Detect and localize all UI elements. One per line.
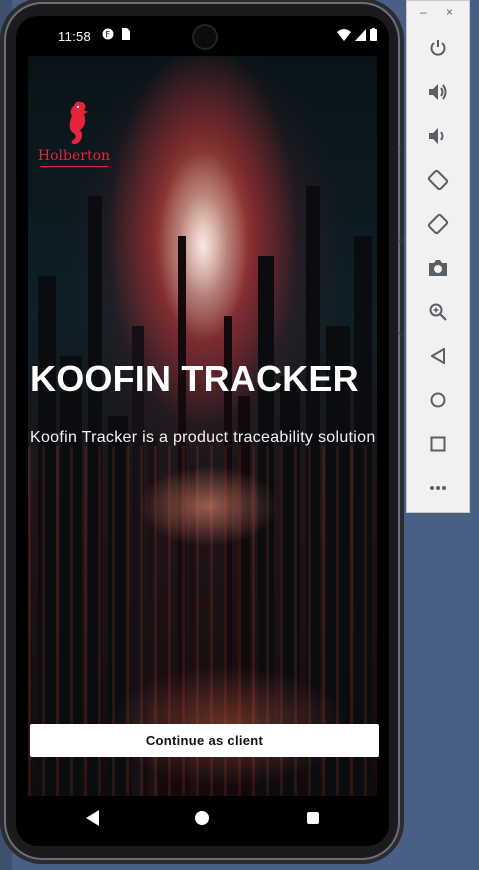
volume-down-icon — [429, 128, 444, 144]
holberton-logo: Holberton — [36, 98, 112, 176]
background-text-fragment: o — [399, 328, 405, 339]
status-bar: 11:58 F — [16, 16, 389, 56]
recents-icon[interactable] — [307, 812, 319, 824]
seahorse-icon — [69, 101, 88, 145]
camera-icon — [429, 260, 447, 276]
logo-text: Holberton — [37, 148, 111, 164]
sim-card-icon — [122, 28, 130, 40]
front-camera — [194, 26, 216, 48]
rotate-left-icon — [427, 169, 449, 191]
rotate-left-button[interactable] — [425, 167, 451, 193]
home-icon — [430, 392, 446, 408]
power-icon — [430, 40, 446, 56]
volume-down-button[interactable] — [425, 123, 451, 149]
volume-up-button[interactable] — [425, 79, 451, 105]
volume-up-icon — [429, 84, 447, 100]
status-time: 11:58 — [58, 29, 92, 44]
status-notification-icons: F — [102, 28, 130, 40]
app-subtitle: Koofin Tracker is a product traceability… — [30, 429, 376, 446]
back-icon[interactable] — [86, 810, 100, 826]
notification-app-icon: F — [102, 28, 114, 40]
overview-button[interactable] — [425, 431, 451, 457]
screenshot-button[interactable] — [425, 255, 451, 281]
hero-background: Holberton — [28, 56, 377, 796]
close-button[interactable]: × — [446, 5, 453, 19]
back-icon — [431, 348, 445, 364]
more-button[interactable] — [425, 475, 451, 501]
emulator-toolbar: – × — [406, 0, 470, 513]
minimize-button[interactable]: – — [420, 5, 427, 19]
device-frame: 11:58 F Holberton KOOFIN TRACKER Koofin … — [4, 2, 400, 860]
navigation-bar — [16, 796, 389, 846]
svg-text:F: F — [106, 30, 111, 39]
background-text-fragment: e — [399, 236, 405, 247]
rotate-right-icon — [427, 213, 449, 235]
back-button[interactable] — [425, 343, 451, 369]
home-button[interactable] — [425, 387, 451, 413]
continue-as-client-button[interactable]: Continue as client — [30, 724, 379, 757]
background-text-fragment: f — [399, 145, 402, 156]
wifi-icon — [337, 28, 351, 41]
logo-underline — [40, 166, 108, 167]
cellular-signal-icon — [355, 28, 366, 41]
zoom-icon — [429, 303, 447, 321]
overview-icon — [430, 436, 446, 452]
toolbar-window-controls: – × — [407, 1, 469, 27]
zoom-button[interactable] — [425, 299, 451, 325]
home-icon[interactable] — [195, 811, 209, 825]
status-system-icons — [337, 28, 377, 41]
rotate-right-button[interactable] — [425, 211, 451, 237]
more-icon — [430, 486, 446, 490]
device-screen: 11:58 F Holberton KOOFIN TRACKER Koofin … — [16, 16, 389, 846]
power-button[interactable] — [425, 35, 451, 61]
app-title: KOOFIN TRACKER — [30, 358, 359, 399]
battery-icon — [370, 28, 377, 41]
